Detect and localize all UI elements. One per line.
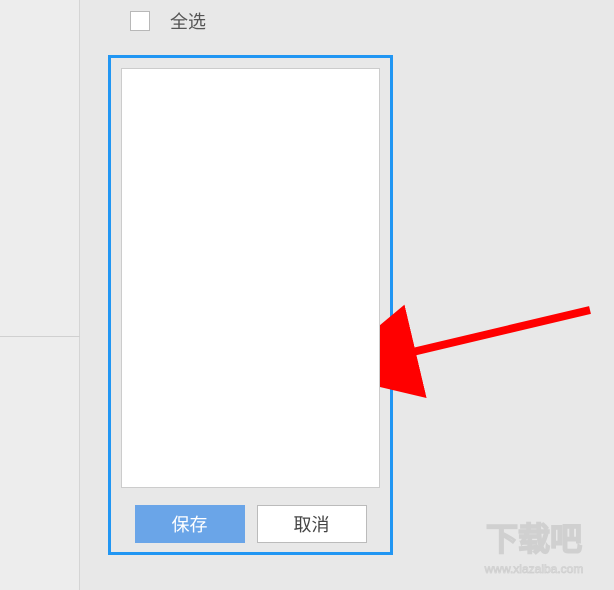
watermark: 下载吧 www.xiazaiba.com — [459, 515, 609, 585]
svg-text:www.xiazaiba.com: www.xiazaiba.com — [484, 562, 584, 576]
text-input[interactable] — [121, 68, 380, 488]
cancel-button[interactable]: 取消 — [257, 505, 367, 543]
select-all-label: 全选 — [170, 8, 206, 34]
select-all-checkbox[interactable] — [130, 11, 150, 31]
button-row: 保存 取消 — [121, 505, 380, 543]
editor-frame: 保存 取消 — [108, 55, 393, 555]
select-all-row: 全选 — [130, 8, 206, 34]
save-button[interactable]: 保存 — [135, 505, 245, 543]
left-panel-divider — [0, 336, 80, 337]
left-panel — [0, 0, 80, 590]
annotation-arrow-icon — [380, 300, 600, 420]
svg-text:下载吧: 下载吧 — [486, 521, 582, 557]
